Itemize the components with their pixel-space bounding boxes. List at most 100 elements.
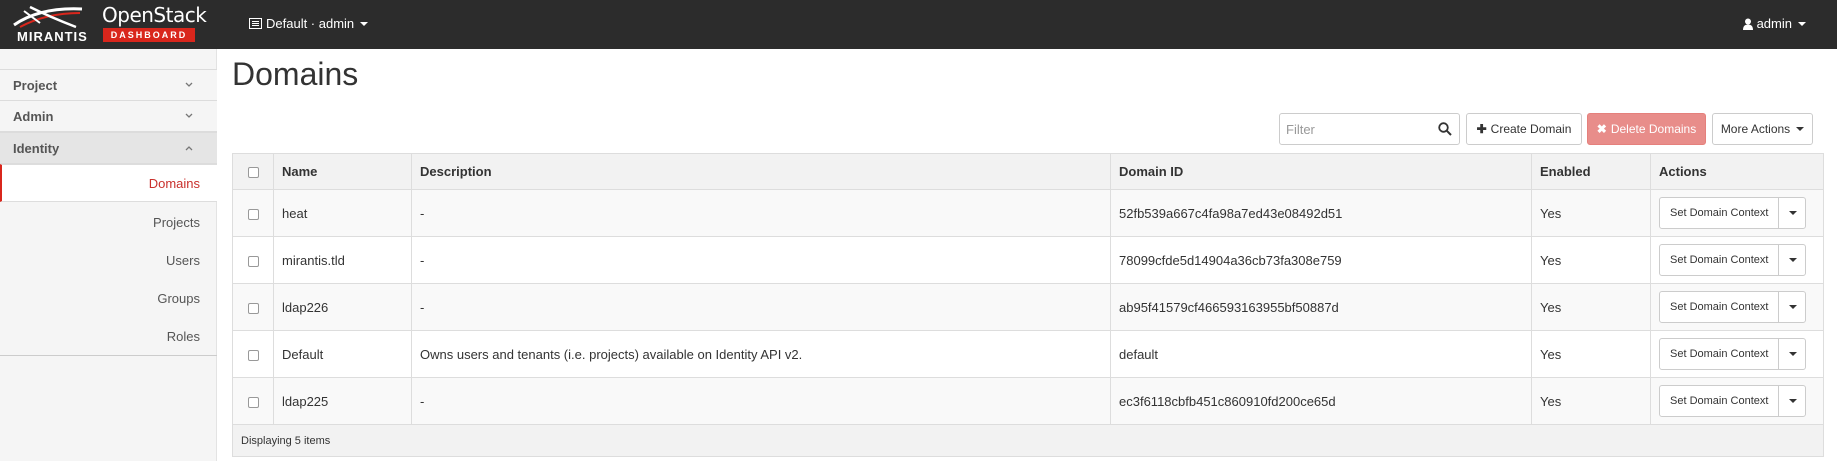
set-domain-context-button[interactable]: Set Domain Context bbox=[1660, 245, 1780, 275]
domains-table: Name Description Domain ID Enabled Actio… bbox=[232, 153, 1824, 457]
row-action-group: Set Domain Context bbox=[1659, 291, 1807, 323]
row-action-group: Set Domain Context bbox=[1659, 385, 1807, 417]
row-action-group: Set Domain Context bbox=[1659, 338, 1807, 370]
page-title: Domains bbox=[232, 56, 359, 92]
table-row: Default Owns users and tenants (i.e. pro… bbox=[232, 330, 1824, 378]
select-all-checkbox[interactable] bbox=[247, 167, 259, 179]
list-icon bbox=[249, 18, 262, 29]
sidebar-item-label: Groups bbox=[157, 291, 200, 306]
create-domain-button[interactable]: ✚ Create Domain bbox=[1466, 113, 1582, 145]
caret-down-icon bbox=[1789, 399, 1798, 403]
row-action-dropdown-toggle[interactable] bbox=[1779, 198, 1805, 228]
sidebar-item-groups[interactable]: Groups bbox=[0, 280, 217, 318]
brand-openstack: OpenStack bbox=[102, 3, 207, 27]
row-checkbox[interactable] bbox=[247, 349, 259, 361]
filter-input[interactable] bbox=[1280, 114, 1430, 144]
chevron-up-icon bbox=[185, 146, 193, 151]
context-dropdown[interactable]: Default · admin bbox=[249, 16, 369, 31]
cell-name: Default bbox=[273, 330, 412, 378]
row-checkbox[interactable] bbox=[247, 302, 259, 314]
sidebar-panel-admin[interactable]: Admin bbox=[0, 100, 217, 132]
brand-dashboard: DASHBOARD bbox=[103, 28, 195, 42]
row-action-dropdown-toggle[interactable] bbox=[1779, 386, 1805, 416]
table-row: mirantis.tld - 78099cfde5d14904a36cb73fa… bbox=[232, 236, 1824, 284]
row-checkbox[interactable] bbox=[247, 255, 259, 267]
column-header-name[interactable]: Name bbox=[273, 153, 412, 190]
cell-description: - bbox=[411, 283, 1111, 331]
table-footer-row: Displaying 5 items bbox=[232, 424, 1824, 457]
cell-domain-id: 78099cfde5d14904a36cb73fa308e759 bbox=[1110, 236, 1532, 284]
more-actions-label: More Actions bbox=[1720, 122, 1791, 136]
cell-enabled: Yes bbox=[1531, 330, 1651, 378]
row-action-dropdown-toggle[interactable] bbox=[1779, 245, 1805, 275]
sidebar-panel-label: Admin bbox=[13, 109, 54, 124]
sidebar-item-domains[interactable]: Domains bbox=[0, 164, 217, 202]
caret-down-icon bbox=[1796, 127, 1805, 131]
user-dropdown[interactable]: admin bbox=[1742, 16, 1806, 31]
cell-description: - bbox=[411, 236, 1111, 284]
sidebar-item-roles[interactable]: Roles bbox=[0, 318, 217, 356]
sidebar-item-label: Domains bbox=[148, 176, 200, 191]
cell-description: - bbox=[411, 377, 1111, 425]
sidebar-divider bbox=[0, 355, 217, 356]
sidebar-item-label: Roles bbox=[166, 329, 200, 344]
sidebar-panel-label: Project bbox=[13, 78, 58, 93]
search-icon[interactable] bbox=[1438, 122, 1452, 136]
row-checkbox[interactable] bbox=[247, 396, 259, 408]
select-all-cell bbox=[232, 153, 274, 190]
caret-down-icon bbox=[1789, 305, 1798, 309]
set-domain-context-button[interactable]: Set Domain Context bbox=[1660, 292, 1780, 322]
user-label: admin bbox=[1756, 16, 1792, 31]
row-checkbox[interactable] bbox=[247, 208, 259, 220]
plus-icon: ✚ bbox=[1476, 122, 1487, 136]
cell-name: ldap226 bbox=[273, 283, 412, 331]
more-actions-button[interactable]: More Actions bbox=[1712, 113, 1813, 145]
column-header-enabled[interactable]: Enabled bbox=[1531, 153, 1651, 190]
cell-name: ldap225 bbox=[273, 377, 412, 425]
set-domain-context-button[interactable]: Set Domain Context bbox=[1660, 386, 1780, 416]
column-header-description[interactable]: Description bbox=[411, 153, 1111, 190]
cell-description: Owns users and tenants (i.e. projects) a… bbox=[411, 330, 1111, 378]
cell-name: heat bbox=[273, 189, 412, 237]
create-domain-label: Create Domain bbox=[1490, 122, 1572, 136]
table-row: heat - 52fb539a667c4fa98a7ed43e08492d51 … bbox=[232, 189, 1824, 237]
row-action-dropdown-toggle[interactable] bbox=[1779, 339, 1805, 369]
set-domain-context-button[interactable]: Set Domain Context bbox=[1660, 339, 1780, 369]
table-footer-count: Displaying 5 items bbox=[232, 424, 1824, 457]
sidebar-item-label: Projects bbox=[153, 215, 200, 230]
table-header-row: Name Description Domain ID Enabled Actio… bbox=[232, 153, 1824, 190]
table-row: ldap226 - ab95f41579cf466593163955bf5088… bbox=[232, 283, 1824, 331]
caret-down-icon bbox=[1789, 258, 1798, 262]
sidebar-item-projects[interactable]: Projects bbox=[0, 204, 217, 242]
sidebar-panel-project[interactable]: Project bbox=[0, 69, 217, 101]
row-action-group: Set Domain Context bbox=[1659, 197, 1807, 229]
column-header-domain-id[interactable]: Domain ID bbox=[1110, 153, 1532, 190]
cell-name: mirantis.tld bbox=[273, 236, 412, 284]
brand-mirantis: MIRANTIS bbox=[17, 29, 88, 44]
cell-enabled: Yes bbox=[1531, 189, 1651, 237]
sidebar-item-users[interactable]: Users bbox=[0, 242, 217, 280]
cell-enabled: Yes bbox=[1531, 377, 1651, 425]
cell-domain-id: ec3f6118cbfb451c860910fd200ce65d bbox=[1110, 377, 1532, 425]
cell-description: - bbox=[411, 189, 1111, 237]
delete-domains-button[interactable]: ✖ Delete Domains bbox=[1587, 113, 1706, 145]
caret-down-icon bbox=[1789, 352, 1798, 356]
caret-down-icon bbox=[360, 21, 369, 26]
sidebar-panel-label: Identity bbox=[13, 141, 60, 156]
cell-domain-id: default bbox=[1110, 330, 1532, 378]
column-header-actions: Actions bbox=[1650, 153, 1824, 190]
cell-domain-id: 52fb539a667c4fa98a7ed43e08492d51 bbox=[1110, 189, 1532, 237]
user-icon bbox=[1742, 18, 1753, 30]
context-label: Default · admin bbox=[266, 16, 355, 31]
delete-domains-label: Delete Domains bbox=[1610, 122, 1697, 136]
set-domain-context-button[interactable]: Set Domain Context bbox=[1660, 198, 1780, 228]
filter-box bbox=[1279, 113, 1460, 145]
sidebar-panel-identity[interactable]: Identity bbox=[0, 132, 217, 164]
cell-domain-id: ab95f41579cf466593163955bf50887d bbox=[1110, 283, 1532, 331]
caret-down-icon bbox=[1798, 21, 1806, 26]
brand-logo[interactable]: MIRANTIS OpenStack DASHBOARD bbox=[0, 0, 210, 49]
chevron-down-icon bbox=[185, 82, 193, 87]
chevron-down-icon bbox=[185, 113, 193, 118]
row-action-group: Set Domain Context bbox=[1659, 244, 1807, 276]
row-action-dropdown-toggle[interactable] bbox=[1779, 292, 1805, 322]
